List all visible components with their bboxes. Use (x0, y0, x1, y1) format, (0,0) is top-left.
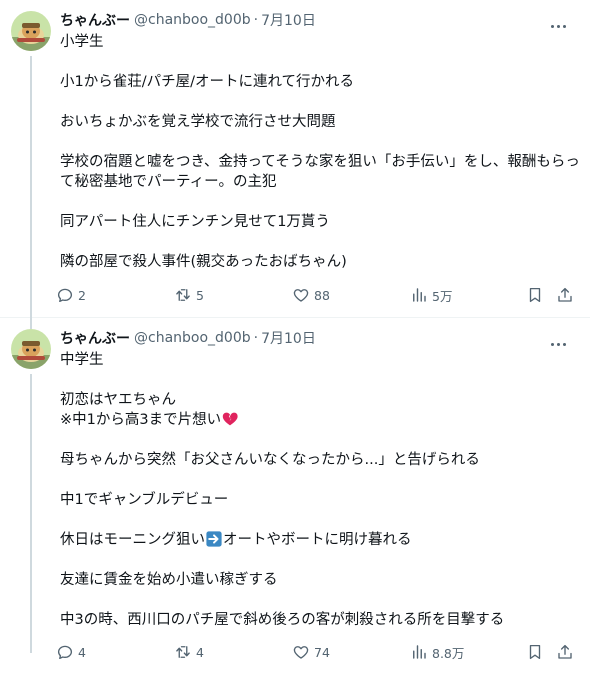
tweet[interactable]: ちゃんぶー @chanboo_d00b · 7月10日 小学生 小学生 小1から… (0, 0, 590, 329)
broken-heart-emoji (222, 412, 238, 426)
reply-button[interactable]: 4 (56, 643, 86, 661)
thread-line (30, 374, 32, 653)
tweet-actions: 4 4 74 8.8万 (56, 642, 580, 662)
bookmark-icon (529, 287, 541, 303)
retweet-button[interactable]: 4 (174, 643, 204, 661)
tweet-text: 中学生 初恋はヤエちゃん ※中1から高3まで片想い 母ちゃんから突然「お父さんいな… (60, 350, 580, 630)
tweet-line: ※中1から高3まで片想い (60, 412, 222, 428)
reply-count: 2 (78, 287, 86, 303)
tweet-paragraph: 中1でギャンブルデビュー (60, 492, 229, 508)
reply-bubble-icon (57, 645, 73, 660)
tweet-text-segment: オートやボートに明け暮れる (223, 532, 412, 548)
separator-dot: · (253, 330, 259, 346)
separator-dot: · (253, 12, 259, 28)
tweet-date[interactable]: 7月10日 (261, 10, 316, 30)
tweet-paragraph: 初恋はヤエちゃん ※中1から高3まで片想い (60, 390, 580, 430)
tweet-header: ちゃんぶー @chanboo_d00b · 7月10日 (60, 328, 580, 348)
author-name[interactable]: ちゃんぶー (60, 328, 130, 348)
tweet-line: 初恋はヤエちゃん (60, 392, 176, 408)
reply-button[interactable]: 2 (56, 286, 86, 304)
tweet-header: ちゃんぶー @chanboo_d00b · 7月10日 (60, 10, 580, 30)
author-name[interactable]: ちゃんぶー (60, 10, 130, 30)
tweet-paragraph: 隣の部屋で殺人事件(親交あったおばちゃん) (60, 254, 347, 270)
tweet-actions: 2 5 88 5万 (56, 285, 580, 305)
like-button[interactable]: 74 (292, 643, 330, 661)
tweet-paragraph: おいちょかぶを覚え学校で流行させ大問題 (60, 114, 336, 130)
tweet-text: 小学生 小学生 小1から雀荘/パチ屋/オートに連れて行かれる おいちょかぶを覚え… (60, 32, 580, 272)
tweet-paragraph: 中学生 (60, 352, 104, 368)
share-upload-icon (558, 287, 572, 302)
retweet-button[interactable]: 5 (174, 286, 204, 304)
heart-icon (293, 289, 309, 302)
tweet-paragraph: 友達に賃金を始め小遣い稼ぎする (60, 572, 278, 588)
author-handle[interactable]: @chanboo_d00b (134, 330, 251, 346)
avatar[interactable] (11, 11, 51, 51)
bookmark-button[interactable] (526, 286, 544, 304)
reply-count: 4 (78, 644, 86, 660)
retweet-arrows-icon (176, 289, 190, 301)
retweet-count: 4 (196, 644, 204, 660)
share-upload-icon (558, 644, 572, 659)
avatar[interactable] (11, 329, 51, 369)
share-button[interactable] (556, 286, 574, 304)
like-count: 74 (314, 644, 330, 660)
like-count: 88 (314, 287, 330, 303)
views-button[interactable]: 5万 (410, 286, 452, 305)
tweet-paragraph: 中3の時、西川口のパチ屋で斜め後ろの客が刺殺される所を目撃する (60, 612, 505, 628)
tweet-paragraph: 小学生 (60, 34, 104, 50)
bookmark-icon (529, 644, 541, 660)
views-bar-chart-icon (413, 288, 426, 302)
views-count: 8.8万 (432, 645, 465, 661)
tweet-date[interactable]: 7月10日 (261, 328, 316, 348)
tweet-text-segment: 休日はモーニング狙い (60, 532, 205, 548)
views-button[interactable]: 8.8万 (410, 643, 464, 662)
share-button[interactable] (556, 643, 574, 661)
tweet-paragraph: 学校の宿題と嘘をつき、金持ってそうな家を狙い「お手伝い」をし、報酬もらって秘密基… (60, 154, 580, 190)
tweet-paragraph: 同アパート住人にチンチン見せて1万貰う (60, 214, 330, 230)
retweet-arrows-icon (176, 646, 190, 658)
views-bar-chart-icon (413, 645, 426, 659)
bookmark-button[interactable] (526, 643, 544, 661)
reply-bubble-icon (57, 288, 73, 303)
like-button[interactable]: 88 (292, 286, 330, 304)
tweet-paragraph: 休日はモーニング狙い オートやボートに明け暮れる (60, 530, 580, 550)
heart-icon (293, 646, 309, 659)
tweet-paragraph: 母ちゃんから突然「お父さんいなくなったから...」と告げられる (60, 452, 480, 468)
tweet-paragraph: 小1から雀荘/パチ屋/オートに連れて行かれる (60, 74, 355, 90)
retweet-count: 5 (196, 287, 204, 303)
thread-line (30, 56, 32, 329)
author-handle[interactable]: @chanboo_d00b (134, 12, 251, 28)
tweet[interactable]: ちゃんぶー @chanboo_d00b · 7月10日 中学生 初恋はヤエちゃん… (0, 318, 590, 673)
right-arrow-emoji (206, 531, 222, 547)
views-count: 5万 (432, 288, 453, 304)
